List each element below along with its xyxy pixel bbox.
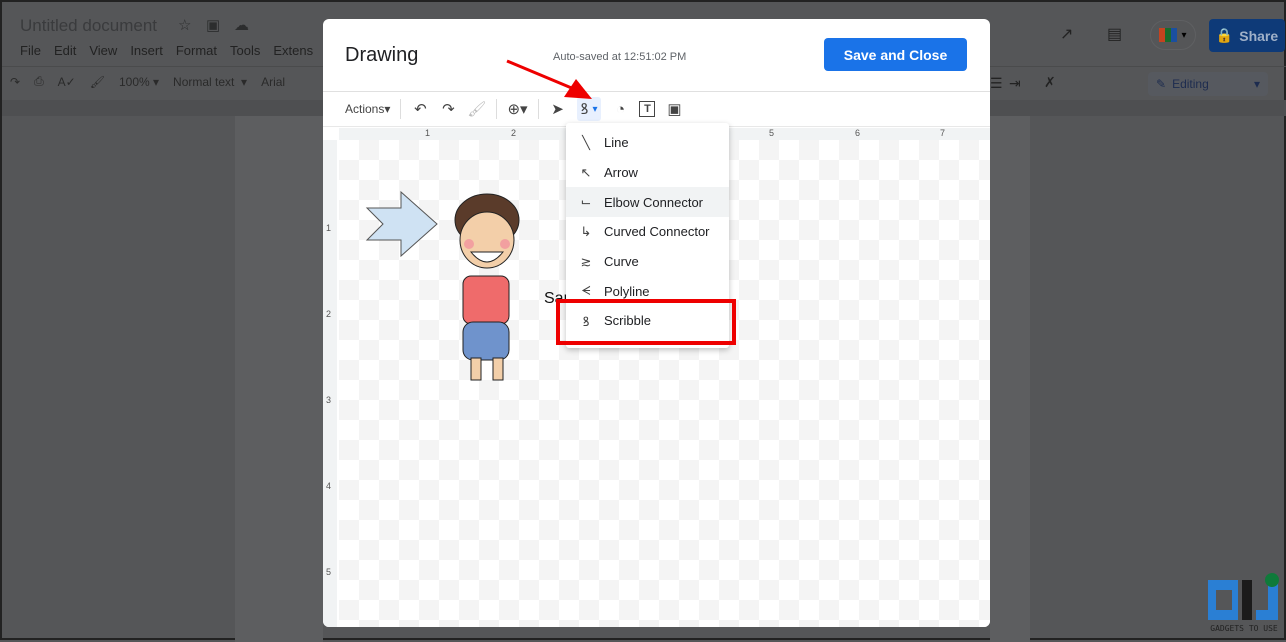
undo-icon[interactable]: ↶ [411,97,429,121]
move-folder-icon[interactable]: ▣ [206,16,220,34]
document-page [235,116,323,642]
elbow-connector-icon: ⌙ [580,194,592,210]
spellcheck-icon[interactable]: A✓ [58,75,76,89]
gadgets-to-use-logo: GADGETS TO USE [1208,573,1279,633]
menu-item-label: Line [604,135,629,151]
paint-format-icon[interactable]: 🖌 [467,97,486,121]
menu-file[interactable]: File [20,43,41,58]
docs-toolbar: ↷ ⎙ A✓ 🖌 100% ▾ Normal text ▾ Arial [10,74,285,89]
mode-label: Editing [1172,77,1209,91]
lock-icon: 🔒 [1215,27,1234,43]
menu-item-curve[interactable]: ≳ Curve [566,247,729,277]
dialog-title: Drawing [345,44,419,66]
ruler-mark: 3 [326,395,332,405]
menu-view[interactable]: View [89,43,117,58]
menu-item-arrow[interactable]: ↖ Arrow [566,158,729,188]
red-pointer-arrow-annotation [506,59,592,99]
indent-increase-icon[interactable]: ⇥ [1009,75,1021,92]
redo-icon[interactable]: ↷ [439,97,457,121]
menu-item-elbow-connector[interactable]: ⌙ Elbow Connector [566,187,729,218]
ruler-mark: 7 [940,128,946,138]
document-title[interactable]: Untitled document [20,16,157,36]
polyline-icon: ᗕ [581,283,591,299]
watermark-text: GADGETS TO USE [1210,624,1278,633]
clear-formatting-icon[interactable]: ✗ [1044,74,1056,91]
save-and-close-button[interactable]: Save and Close [824,38,967,71]
star-icon[interactable]: ☆ [178,16,191,34]
menu-item-label: Arrow [604,165,638,181]
line-icon: ╲ [582,134,590,150]
actions-menu[interactable]: Actions ▾ [345,97,390,121]
highlight-box-annotation [556,299,736,345]
ruler-mark: 5 [769,128,775,138]
meet-button[interactable]: ▾ [1150,20,1196,50]
menu-extensions[interactable]: Extens [273,43,313,58]
zoom-select[interactable]: 100% ▾ [119,75,159,89]
menu-format[interactable]: Format [176,43,217,58]
actions-label: Actions [345,102,385,116]
comments-icon[interactable]: ▤ [1107,24,1122,44]
ruler-mark: 2 [326,309,332,319]
menu-insert[interactable]: Insert [130,43,163,58]
text-box-icon[interactable]: T [639,101,656,117]
ruler-mark: 5 [326,567,332,577]
document-page [990,116,1030,642]
ruler-mark: 1 [326,223,332,233]
chevron-down-icon: ▾ [1181,29,1187,41]
cloud-status-icon[interactable]: ☁ [234,16,249,34]
menu-item-label: Elbow Connector [604,194,703,210]
chevron-down-icon: ▾ [1253,77,1260,91]
font-select[interactable]: Arial [261,75,285,89]
pencil-icon: ✎ [1156,77,1167,91]
ruler-mark: 2 [511,128,517,138]
arrow-shape[interactable] [365,190,441,260]
ruler-mark: 1 [425,128,431,138]
curved-connector-icon: ↳ [580,223,592,239]
paint-format-icon[interactable]: 🖌 [90,75,105,89]
menu-item-line[interactable]: ╲ Line [566,128,729,158]
print-icon[interactable]: ⎙ [34,74,44,89]
drawing-toolbar: Actions ▾ ↶ ↷ 🖌 ⊕▾ ➤ ꝸ ▾ ◔ T ▣ [323,91,990,127]
menu-edit[interactable]: Edit [54,43,76,58]
menu-item-label: Curved Connector [604,224,710,240]
vertical-ruler: 1 2 3 4 5 [323,140,337,627]
share-label: Share [1239,27,1279,44]
menu-bar: File Edit View Insert Format Tools Exten… [20,43,313,58]
zoom-value: 100% [118,74,150,89]
style-value: Normal text [173,74,235,89]
arrow-icon: ↖ [580,164,592,180]
divider [496,99,498,119]
shape-icon[interactable]: ◔ [611,97,629,121]
mode-select[interactable]: ✎ Editing ▾ [1148,72,1268,96]
curve-icon: ≳ [580,253,592,269]
share-button[interactable]: 🔒 Share [1209,19,1285,52]
indent-icon[interactable]: ☰ [990,75,1003,92]
style-select[interactable]: Normal text ▾ [173,75,247,89]
meet-icon [1159,28,1178,42]
ruler-mark: 4 [326,481,332,491]
image-icon[interactable]: ▣ [665,97,683,121]
menu-item-label: Curve [604,254,639,270]
cartoon-boy-image[interactable] [447,192,527,392]
divider [400,99,402,119]
menu-item-curved-connector[interactable]: ↳ Curved Connector [566,217,729,247]
redo-icon[interactable]: ↷ [10,75,20,89]
menu-tools[interactable]: Tools [230,43,260,58]
menu-item-label: Polyline [604,283,650,299]
ruler-mark: 6 [855,128,861,138]
activity-icon[interactable]: ↗ [1060,24,1073,44]
